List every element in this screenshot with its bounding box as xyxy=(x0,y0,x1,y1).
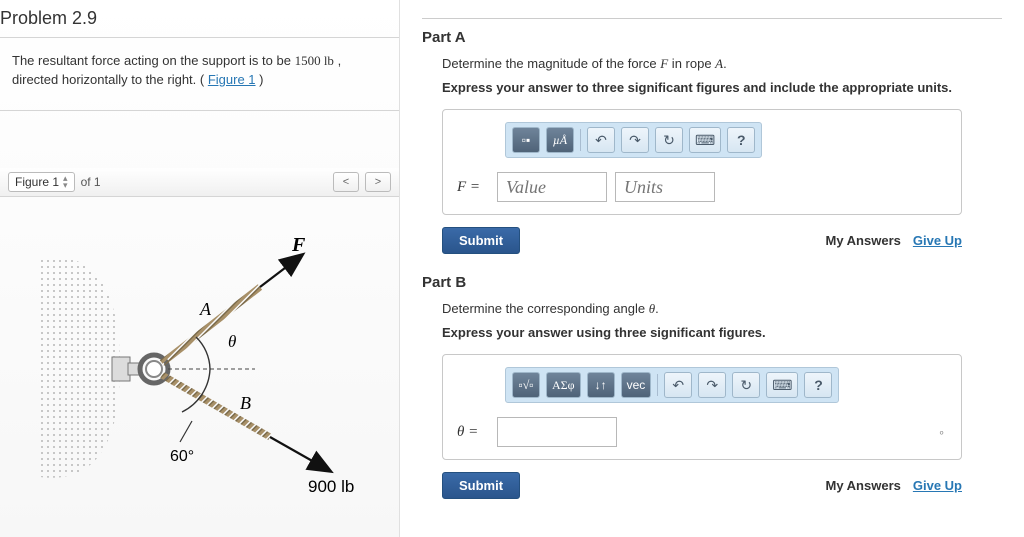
label-900lb: 900 lb xyxy=(308,477,354,496)
part-a-submit-button[interactable]: Submit xyxy=(442,227,520,254)
part-a-my-answers[interactable]: My Answers xyxy=(825,233,900,248)
label-60: 60° xyxy=(170,448,194,465)
part-a-units-input[interactable] xyxy=(615,172,715,202)
part-b-answer-row: θ = ∘ xyxy=(457,417,947,447)
gap xyxy=(0,111,399,168)
part-a-answer-row: F = xyxy=(457,172,947,202)
problem-pane: Problem 2.9 The resultant force acting o… xyxy=(0,0,400,537)
part-b-instruction: Express your answer using three signific… xyxy=(442,325,1002,340)
part-b-title: Part B xyxy=(422,274,1002,291)
templates-button[interactable]: ▫√▫ xyxy=(512,372,540,398)
help-button[interactable]: ? xyxy=(727,127,755,153)
figure-selector[interactable]: Figure 1 ▴▾ xyxy=(8,172,75,192)
figure-body: A F θ B 60° 900 lb xyxy=(0,197,399,537)
label-theta: θ xyxy=(228,332,236,351)
redo-button[interactable]: ↷ xyxy=(621,127,649,153)
part-a-actions: Submit My Answers Give Up xyxy=(442,223,962,254)
label-F: F xyxy=(291,234,306,256)
answer-pane: Part A Determine the magnitude of the fo… xyxy=(400,0,1024,537)
part-b-toolbar: ▫√▫ ΑΣφ ↓↑ vec ↶ ↷ ↻ ⌨ ? xyxy=(505,367,839,403)
part-b-my-answers[interactable]: My Answers xyxy=(825,478,900,493)
part-a-value-input[interactable] xyxy=(497,172,607,202)
undo-button[interactable]: ↶ xyxy=(587,127,615,153)
figure-prev-button[interactable]: < xyxy=(333,172,359,192)
part-a-toolbar: ▫▪ µÅ ↶ ↷ ↻ ⌨ ? xyxy=(505,122,762,158)
figure-count: of 1 xyxy=(81,175,101,189)
part-a-answer-block: ▫▪ µÅ ↶ ↷ ↻ ⌨ ? F = xyxy=(442,109,962,215)
degree-hint: ∘ xyxy=(938,426,947,439)
figure-selector-label: Figure 1 xyxy=(15,175,59,189)
figure-header: Figure 1 ▴▾ of 1 < > xyxy=(0,168,399,197)
subscript-button[interactable]: ↓↑ xyxy=(587,372,615,398)
part-b-give-up-link[interactable]: Give Up xyxy=(913,478,962,493)
keyboard-button[interactable]: ⌨ xyxy=(689,127,721,153)
problem-title: Problem 2.9 xyxy=(0,0,399,38)
templates-button[interactable]: ▫▪ xyxy=(512,127,540,153)
figure-next-button[interactable]: > xyxy=(365,172,391,192)
part-b-answer-block: ▫√▫ ΑΣφ ↓↑ vec ↶ ↷ ↻ ⌨ ? θ = ∘ xyxy=(442,354,962,460)
updown-icon: ▴▾ xyxy=(63,175,68,189)
label-A: A xyxy=(199,299,212,319)
divider xyxy=(422,18,1002,19)
part-a-prompt: Determine the magnitude of the force F i… xyxy=(442,56,1002,72)
part-b-actions: Submit My Answers Give Up xyxy=(442,468,962,499)
desc-prefix: The resultant force acting on the suppor… xyxy=(12,53,295,68)
part-b-submit-button[interactable]: Submit xyxy=(442,472,520,499)
part-a-instruction: Express your answer to three significant… xyxy=(442,80,1002,95)
part-a-give-up-link[interactable]: Give Up xyxy=(913,233,962,248)
diagram-svg: A F θ B 60° 900 lb xyxy=(40,217,360,517)
part-a-eq-label: F = xyxy=(457,179,489,196)
problem-description: The resultant force acting on the suppor… xyxy=(0,38,399,111)
help-button[interactable]: ? xyxy=(804,372,832,398)
part-b-prompt: Determine the corresponding angle θ. xyxy=(442,301,1002,317)
desc-suffix: ) xyxy=(259,72,263,87)
greek-button[interactable]: ΑΣφ xyxy=(546,372,581,398)
keyboard-button[interactable]: ⌨ xyxy=(766,372,798,398)
desc-value: 1500 lb xyxy=(295,53,334,68)
units-button[interactable]: µÅ xyxy=(546,127,574,153)
part-b-eq-label: θ = xyxy=(457,424,489,441)
reset-button[interactable]: ↻ xyxy=(732,372,760,398)
redo-button[interactable]: ↷ xyxy=(698,372,726,398)
label-B: B xyxy=(240,393,251,413)
part-b-value-input[interactable] xyxy=(497,417,617,447)
part-a-title: Part A xyxy=(422,29,1002,46)
reset-button[interactable]: ↻ xyxy=(655,127,683,153)
undo-button[interactable]: ↶ xyxy=(664,372,692,398)
figure-link[interactable]: Figure 1 xyxy=(208,72,256,87)
vec-button[interactable]: vec xyxy=(621,372,652,398)
